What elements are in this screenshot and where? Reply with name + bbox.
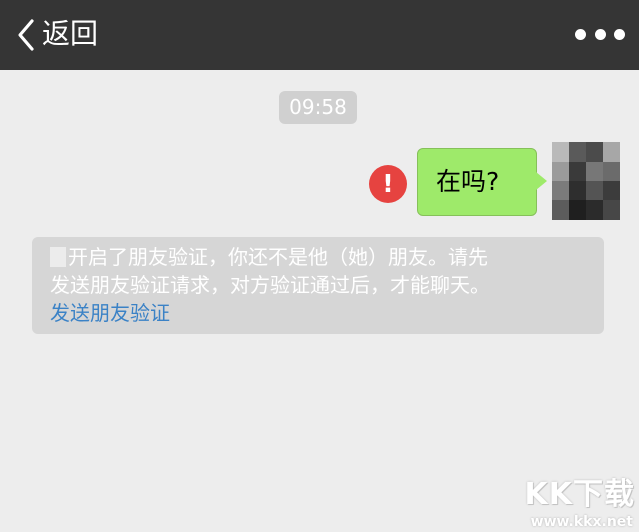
avatar[interactable] (552, 142, 620, 220)
bubble-tail (536, 172, 547, 190)
system-notice-text1: 开启了朋友验证，你还不是他（她）朋友。请先 (68, 245, 488, 269)
avatar-pixelated-image (552, 142, 620, 220)
watermark: KK下载 www.kkx.net (496, 474, 639, 532)
send-verification-link[interactable]: 发送朋友验证 (50, 299, 586, 327)
outgoing-message-bubble[interactable]: 在吗? (417, 148, 537, 216)
chevron-left-icon (18, 19, 34, 51)
back-label: 返回 (42, 17, 99, 50)
masked-name (50, 247, 66, 267)
system-notice: 开启了朋友验证，你还不是他（她）朋友。请先 发送朋友验证请求，对方验证通过后，才… (32, 237, 604, 334)
timestamp: 09:58 (279, 91, 357, 124)
system-notice-text2: 发送朋友验证请求，对方验证通过后，才能聊天。 (50, 273, 490, 297)
system-notice-line1: 开启了朋友验证，你还不是他（她）朋友。请先 (50, 243, 586, 271)
dot (575, 28, 586, 40)
error-exclamation-icon[interactable]: ! (369, 165, 407, 203)
more-dots-icon[interactable] (575, 20, 625, 48)
back-button[interactable]: 返回 (0, 0, 130, 70)
dot (594, 28, 606, 40)
dot (614, 28, 625, 40)
watermark-url: www.kkx.net (530, 514, 633, 530)
nav-bar: 返回 (0, 0, 639, 70)
watermark-logo: KK下载 (524, 477, 635, 512)
